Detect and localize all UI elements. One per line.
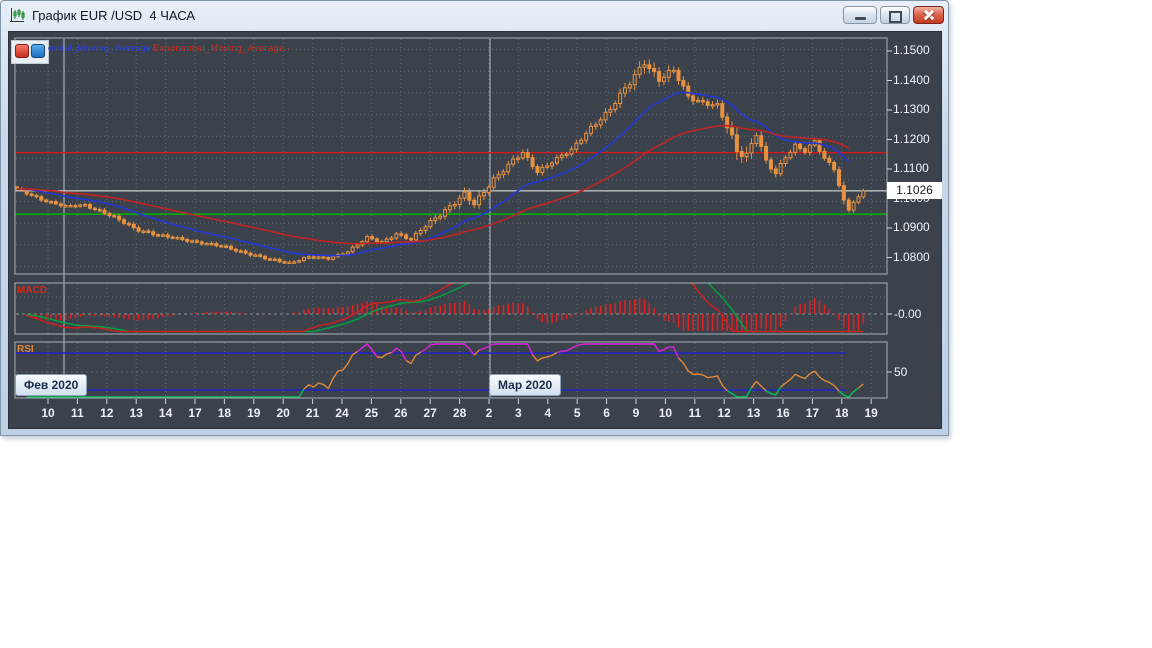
- price-axis-label: 1.1000: [893, 190, 930, 205]
- x-axis-label: 19: [864, 406, 878, 420]
- macd-axis-label: -0.00: [894, 307, 922, 321]
- x-axis-label: 10: [41, 406, 55, 420]
- x-axis-label: 5: [573, 406, 581, 420]
- x-axis-label: 17: [188, 406, 202, 420]
- indicator-button-blue[interactable]: [31, 44, 45, 58]
- x-axis-label: 18: [217, 406, 232, 420]
- macd-panel-label: MACD: [17, 285, 47, 296]
- legend-ema-blue: ential_Moving_Average: [48, 43, 152, 54]
- x-axis-label: 18: [835, 406, 849, 420]
- x-axis-label: 3: [515, 406, 522, 420]
- x-axis-label: 14: [158, 406, 173, 420]
- x-axis-label: 26: [394, 406, 408, 420]
- x-axis-label: 25: [364, 406, 379, 420]
- price-axis-label: 1.1200: [893, 131, 930, 146]
- x-axis-label: 20: [276, 406, 290, 420]
- price-axis-label: 1.0800: [893, 249, 930, 264]
- price-axis-label: 1.1500: [893, 43, 930, 57]
- month-label-feb: Фев 2020: [15, 374, 88, 396]
- x-axis-label: 9: [632, 406, 640, 420]
- x-axis-label: 27: [423, 406, 437, 420]
- x-axis-label: 11: [688, 406, 702, 420]
- chart-canvas[interactable]: [1, 1, 948, 435]
- x-axis-label: 12: [100, 406, 114, 420]
- x-axis-label: 24: [335, 406, 349, 420]
- x-axis-label: 19: [247, 406, 261, 420]
- price-axis-label: 1.1400: [893, 72, 930, 87]
- x-axis-label: 13: [746, 406, 761, 420]
- price-axis-label: 1.1300: [893, 102, 930, 116]
- x-axis-label: 6: [603, 406, 610, 420]
- indicator-button-red[interactable]: [15, 44, 29, 58]
- rsi-panel-label: RSI: [17, 344, 34, 355]
- rsi-axis-label: 50: [894, 365, 908, 379]
- x-axis-label: 10: [658, 406, 673, 420]
- x-axis-label: 28: [452, 406, 467, 420]
- x-axis-label: 2: [485, 406, 493, 420]
- price-axis-label: 1.1100: [893, 161, 929, 175]
- x-axis-label: 4: [544, 406, 552, 420]
- x-axis-label: 17: [805, 406, 820, 420]
- price-axis-label: 1.0900: [893, 220, 930, 234]
- indicator-buttons-panel: [11, 40, 49, 64]
- x-axis-label: 12: [717, 406, 731, 420]
- month-label-mar: Мар 2020: [489, 374, 562, 396]
- x-axis-label: 11: [71, 406, 84, 420]
- x-axis-label: 21: [305, 406, 320, 420]
- legend-ema-red: Exponential_Moving_Average -: [153, 43, 291, 54]
- x-axis-label: 16: [776, 406, 790, 420]
- chart-window: График EUR /USD 4 ЧАСА ential_Moving_Ave…: [0, 0, 949, 436]
- x-axis-label: 13: [129, 406, 143, 420]
